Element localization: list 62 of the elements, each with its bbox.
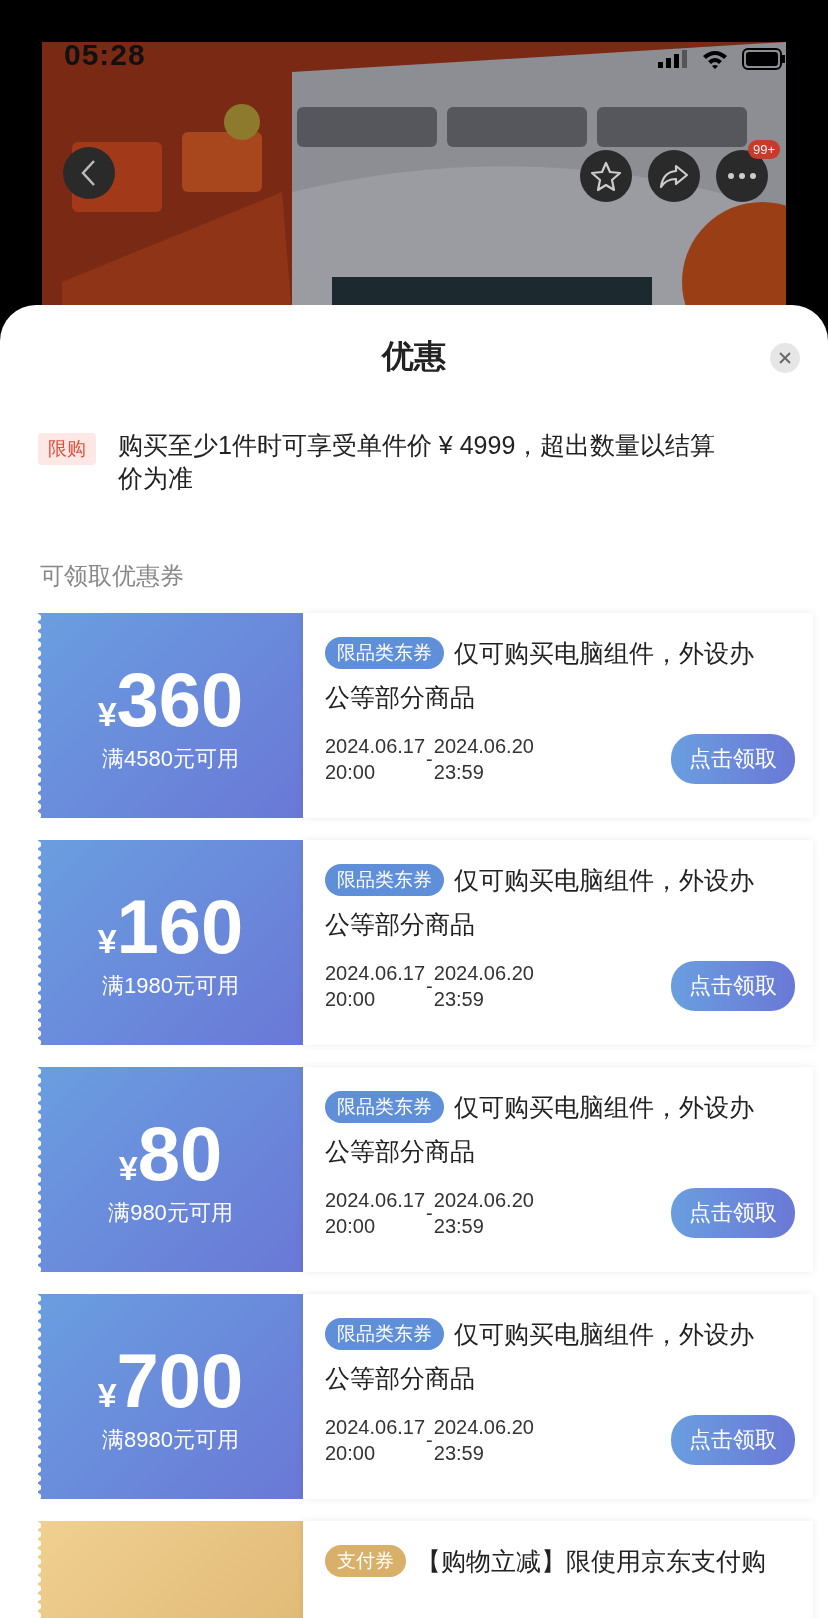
date-separator: - <box>426 1201 433 1225</box>
claim-button[interactable]: 点击领取 <box>671 1415 795 1465</box>
coupon-description-line: 公等部分商品 <box>325 909 475 940</box>
battery-icon <box>742 48 786 70</box>
end-time: 23:59 <box>433 1441 485 1466</box>
claim-button[interactable]: 点击领取 <box>671 961 795 1011</box>
coupon-type-tag: 限品类东券 <box>325 637 444 669</box>
currency-sign: ¥ <box>118 1148 138 1188</box>
end-date: 2024.06.20 <box>433 1415 534 1440</box>
status-time: 05:28 <box>64 38 146 72</box>
date-separator: - <box>426 747 433 771</box>
coupon-description-line: 仅可购买电脑组件，外设办 <box>454 1093 754 1121</box>
end-date: 2024.06.20 <box>433 961 534 986</box>
coupon-type-tag: 限品类东券 <box>325 1318 444 1350</box>
coupon-amount: 700 <box>116 1338 244 1423</box>
currency-sign: ¥ <box>97 694 117 734</box>
close-icon <box>778 351 792 365</box>
coupon-description-line: 仅可购买电脑组件，外设办 <box>454 866 754 894</box>
date-separator: - <box>426 1428 433 1452</box>
end-time: 23:59 <box>433 987 485 1012</box>
limit-text: 购买至少1件时可享受单件价 ¥ 4999，超出数量以结算价为准 <box>118 430 717 494</box>
end-time: 23:59 <box>433 760 485 785</box>
coupon-type-tag: 限品类东券 <box>325 864 444 896</box>
start-date: 2024.06.17 <box>325 1188 426 1213</box>
more-icon <box>727 172 757 180</box>
coupon-amount: 160 <box>116 884 244 969</box>
end-date: 2024.06.20 <box>433 1188 534 1213</box>
start-date: 2024.06.17 <box>325 734 426 759</box>
signal-icon <box>658 50 688 68</box>
wifi-icon <box>702 49 728 69</box>
start-time: 20:00 <box>325 1441 377 1466</box>
coupon-condition: 满1980元可用 <box>102 971 239 1000</box>
coupon-type-tag: 支付券 <box>325 1545 406 1577</box>
end-time: 23:59 <box>433 1214 485 1239</box>
coupon-condition: 满980元可用 <box>108 1198 233 1227</box>
start-time: 20:00 <box>325 760 377 785</box>
currency-sign: ¥ <box>97 1375 117 1415</box>
coupon-description-line: 【购物立减】限使用京东支付购 <box>416 1547 766 1575</box>
coupon-condition: 满8980元可用 <box>102 1425 239 1454</box>
section-title: 可领取优惠券 <box>39 561 185 591</box>
coupon-amount: 360 <box>116 657 244 742</box>
coupon-type-tag: 限品类东券 <box>325 1091 444 1123</box>
start-date: 2024.06.17 <box>325 1415 426 1440</box>
start-time: 20:00 <box>325 1214 377 1239</box>
coupon-description-line: 公等部分商品 <box>325 1136 475 1167</box>
limit-tag: 限购 <box>38 433 96 465</box>
coupon-condition: 满4580元可用 <box>102 744 239 773</box>
coupon-description-line: 公等部分商品 <box>325 682 475 713</box>
close-button[interactable] <box>770 343 800 373</box>
coupon-description-line: 公等部分商品 <box>325 1363 475 1394</box>
claim-button[interactable]: 点击领取 <box>671 1188 795 1238</box>
coupon-description-line: 仅可购买电脑组件，外设办 <box>454 1320 754 1348</box>
claim-button[interactable]: 点击领取 <box>671 734 795 784</box>
start-time: 20:00 <box>325 987 377 1012</box>
star-icon <box>590 160 622 192</box>
start-date: 2024.06.17 <box>325 961 426 986</box>
coupon-amount: 80 <box>137 1111 223 1196</box>
currency-sign: ¥ <box>97 921 117 961</box>
end-date: 2024.06.20 <box>433 734 534 759</box>
sheet-title: 优惠 <box>382 337 446 376</box>
coupon-description-line: 仅可购买电脑组件，外设办 <box>454 639 754 667</box>
date-separator: - <box>426 974 433 998</box>
